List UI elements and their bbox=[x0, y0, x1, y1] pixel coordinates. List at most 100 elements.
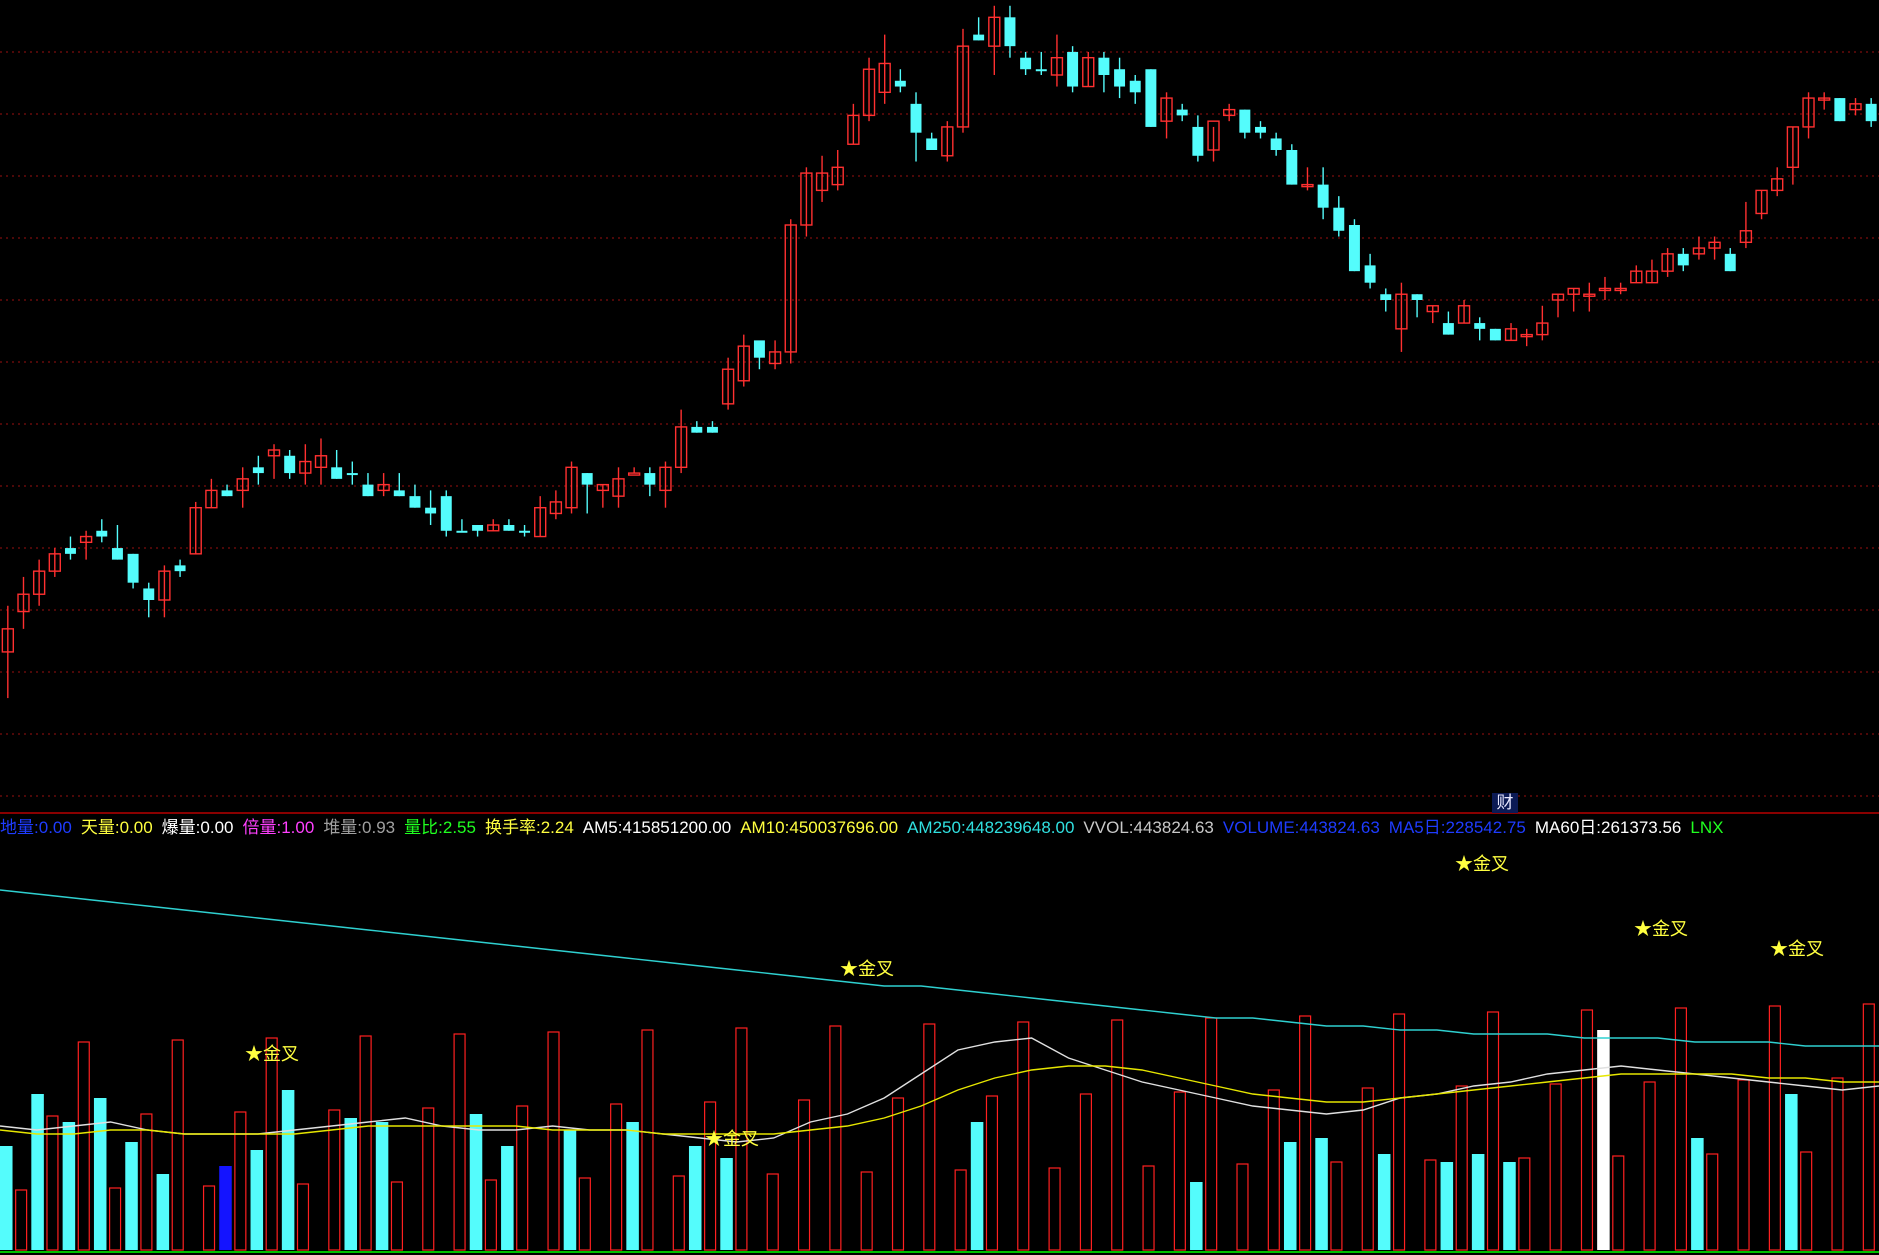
volume-bar-outline bbox=[1706, 1153, 1719, 1251]
indicator-item: 地量:0.00 bbox=[0, 818, 72, 837]
indicator-item: 堆量:0.93 bbox=[323, 818, 395, 837]
volume-bar-outline bbox=[672, 1175, 685, 1251]
volume-bar-outline bbox=[46, 1115, 59, 1251]
indicator-label: 爆量: bbox=[161, 818, 201, 837]
volume-bar-outline bbox=[296, 1183, 310, 1251]
volume-bar-outline bbox=[1299, 1015, 1312, 1251]
candle-body bbox=[331, 467, 343, 479]
candle-body bbox=[362, 484, 374, 497]
indicator-value: 1.00 bbox=[281, 818, 315, 837]
volume-bar bbox=[970, 1122, 984, 1250]
candle-body bbox=[252, 467, 264, 474]
indicator-value: 448239648.00 bbox=[965, 818, 1075, 837]
volume-bar-outline bbox=[1079, 1093, 1092, 1251]
candle-body bbox=[64, 548, 76, 554]
candle-body bbox=[503, 525, 515, 531]
volume-bar-outline bbox=[484, 1179, 497, 1251]
candle-body bbox=[284, 455, 296, 474]
volume-bar-outline bbox=[1518, 1157, 1531, 1251]
volume-bar-outline bbox=[1330, 1161, 1343, 1251]
panel-divider bbox=[0, 812, 1879, 814]
volume-bar bbox=[125, 1142, 138, 1250]
indicator-label: 堆量: bbox=[323, 818, 363, 837]
volume-bar-outline bbox=[1392, 1013, 1406, 1251]
candle-body bbox=[221, 490, 233, 497]
candle-body bbox=[1145, 69, 1157, 127]
volume-bar-outline bbox=[328, 1109, 341, 1251]
volume-bar bbox=[1315, 1138, 1328, 1250]
candle-body bbox=[174, 565, 186, 572]
volume-bar bbox=[1283, 1142, 1297, 1250]
volume-bar-outline bbox=[1142, 1165, 1155, 1251]
volume-bar-outline bbox=[1111, 1019, 1124, 1251]
candle-body bbox=[1724, 253, 1736, 272]
volume-bar-outline bbox=[923, 1023, 936, 1251]
volume-bar bbox=[62, 1122, 76, 1250]
volume-bar bbox=[626, 1122, 639, 1250]
volume-bar-outline bbox=[578, 1177, 591, 1251]
volume-bar-outline bbox=[766, 1173, 779, 1251]
volume-bar-outline bbox=[390, 1181, 404, 1251]
volume-bar-outline bbox=[453, 1033, 466, 1251]
candle-body bbox=[1333, 207, 1345, 231]
volume-bar-outline bbox=[610, 1103, 623, 1251]
indicator-value: 228542.75 bbox=[1445, 818, 1526, 837]
volume-bar-outline bbox=[985, 1095, 999, 1251]
volume-bar-outline bbox=[15, 1189, 28, 1251]
volume-bar-outline bbox=[1486, 1011, 1500, 1251]
candle-body bbox=[1489, 328, 1501, 341]
volume-bar-outline bbox=[860, 1171, 873, 1251]
indicator-label: 倍量: bbox=[242, 818, 282, 837]
volume-bar-outline bbox=[140, 1113, 153, 1251]
volume-bar-outline bbox=[1455, 1085, 1468, 1251]
indicator-item: 天量:0.00 bbox=[81, 818, 153, 837]
volume-bar bbox=[1597, 1030, 1610, 1250]
volume-bar-outline bbox=[1173, 1091, 1186, 1251]
volume-bar bbox=[1471, 1154, 1485, 1250]
candle-body bbox=[1004, 17, 1016, 47]
indicator-value: 0.00 bbox=[200, 818, 234, 837]
candle-body bbox=[753, 340, 765, 358]
candle-body bbox=[1192, 126, 1204, 156]
candle-body bbox=[1067, 51, 1079, 87]
candle-body bbox=[1176, 109, 1188, 116]
candle-body bbox=[1411, 294, 1423, 300]
indicator-item: VVOL:443824.63 bbox=[1083, 818, 1213, 837]
volume-bar-outline bbox=[1236, 1163, 1249, 1251]
volume-bar-outline bbox=[1800, 1151, 1813, 1251]
indicator-item: MA60日:261373.56 bbox=[1535, 818, 1682, 837]
volume-bar-outline bbox=[77, 1041, 90, 1251]
indicator-label: 天量: bbox=[80, 818, 120, 837]
candle-body bbox=[96, 530, 108, 537]
candle-body bbox=[1865, 103, 1877, 122]
indicator-item: AM5:415851200.00 bbox=[583, 818, 731, 837]
candle-body bbox=[1348, 225, 1360, 272]
volume-bar bbox=[469, 1114, 483, 1250]
indicator-value: 2.55 bbox=[442, 818, 476, 837]
volume-bar bbox=[1691, 1138, 1704, 1250]
finance-badge[interactable]: 财 bbox=[1492, 793, 1518, 813]
candle-body bbox=[440, 496, 452, 531]
candle-body bbox=[1129, 80, 1141, 93]
volume-bar bbox=[156, 1174, 170, 1250]
volume-bar bbox=[1503, 1162, 1516, 1250]
candle-body bbox=[1098, 57, 1110, 75]
candle-body bbox=[1364, 265, 1376, 283]
candle-body bbox=[1270, 138, 1282, 150]
candle-body bbox=[346, 473, 358, 476]
volume-bar bbox=[563, 1130, 577, 1250]
price-candlestick-chart bbox=[0, 5, 1879, 797]
volume-bar-outline bbox=[1267, 1089, 1280, 1251]
indicator-label: 量比: bbox=[404, 818, 443, 837]
indicator-label: VVOL: bbox=[1083, 818, 1134, 837]
volume-bar-outline bbox=[422, 1107, 435, 1251]
candle-body bbox=[706, 426, 718, 433]
indicator-item: VOLUME:443824.63 bbox=[1223, 818, 1380, 837]
golden-cross-label: ★金叉 bbox=[840, 959, 894, 979]
indicator-label: VOLUME: bbox=[1222, 818, 1300, 837]
candle-body bbox=[691, 426, 703, 433]
candle-body bbox=[1474, 323, 1486, 329]
volume-bar bbox=[501, 1146, 514, 1250]
indicator-label: LNX bbox=[1690, 818, 1724, 837]
volume-bar-outline bbox=[359, 1035, 372, 1251]
